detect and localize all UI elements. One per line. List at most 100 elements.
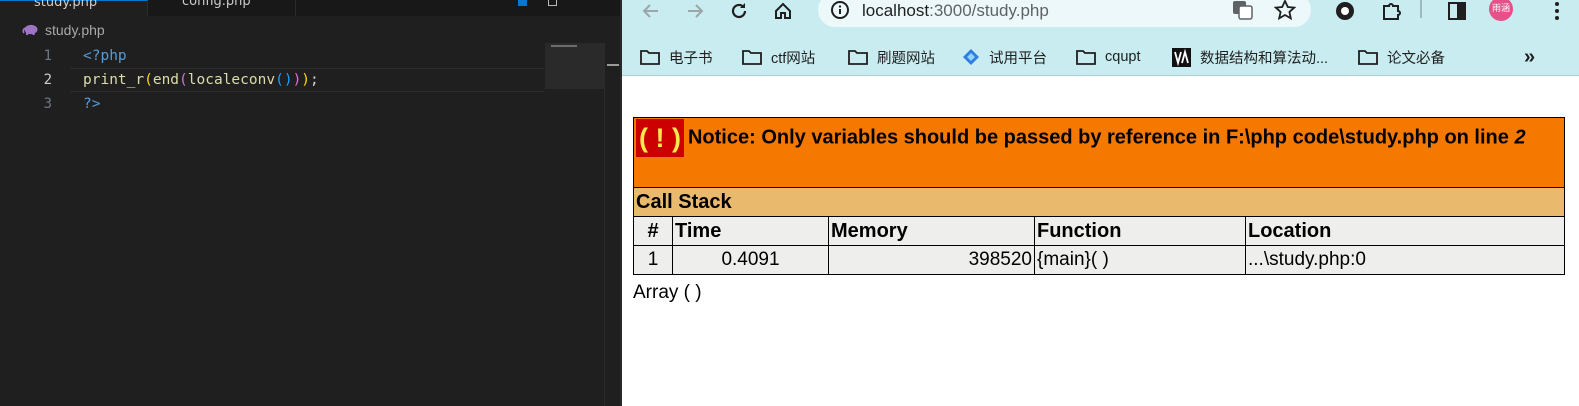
- site-info-icon[interactable]: [830, 0, 850, 20]
- notice-message: Notice: Only variables should be passed …: [687, 126, 1515, 149]
- cell-time: 0.4091: [672, 245, 829, 275]
- code-token: (: [144, 72, 153, 88]
- table-header-row: # Time Memory Function Location: [633, 216, 1565, 246]
- code-lines[interactable]: 1 <?php 2 print_r(end(localeconv())); 3 …: [0, 44, 604, 116]
- column-header-function: Function: [1034, 216, 1246, 246]
- home-icon: [775, 2, 791, 19]
- record-icon: [1336, 2, 1354, 20]
- breadcrumb: study.php: [22, 21, 105, 39]
- line-number: 1: [43, 48, 52, 64]
- code-token: ;: [310, 72, 319, 88]
- platform-logo-icon: [963, 49, 979, 65]
- code-token: <?php: [83, 48, 127, 64]
- tab-config-php[interactable]: config.php: [148, 0, 296, 16]
- code-line[interactable]: 1 <?php: [0, 44, 604, 68]
- line-number: 3: [43, 96, 52, 112]
- editor-tab-bar: study.php config.php: [0, 0, 620, 16]
- kebab-menu-icon: [1555, 2, 1559, 20]
- cell-num: 1: [633, 245, 673, 275]
- arrow-left-icon: [642, 4, 658, 18]
- more-bookmarks-button[interactable]: »: [1524, 38, 1535, 76]
- url-path: :3000/study.php: [929, 1, 1049, 20]
- bookmark-item[interactable]: 试用平台: [962, 38, 1047, 76]
- arrow-right-icon: [688, 4, 704, 18]
- bookmark-label: 试用平台: [989, 50, 1047, 67]
- translate-icon[interactable]: [1232, 0, 1254, 20]
- va-logo-icon: [1172, 47, 1191, 67]
- bookmark-label: 刷题网站: [877, 50, 935, 67]
- scrollbar-marker: [607, 64, 619, 66]
- bookmark-item[interactable]: ctf网站: [742, 38, 815, 76]
- xdebug-error-table: ( ! ) Notice: Only variables should be pa…: [633, 117, 1565, 275]
- bookmark-item[interactable]: cqupt: [1076, 38, 1140, 76]
- url-text[interactable]: localhost:3000/study.php: [862, 1, 1049, 21]
- tab-study-php[interactable]: study.php: [0, 0, 148, 16]
- minimap[interactable]: [545, 43, 604, 89]
- back-button[interactable]: [638, 0, 664, 22]
- bookmarks-bar: 电子书 ctf网站 刷题网站 试用平台 cqupt 数据结构和算法动... 论文…: [622, 38, 1579, 76]
- side-panel-button[interactable]: [1444, 0, 1470, 22]
- url-host: localhost: [862, 1, 930, 20]
- avatar: 雨涵: [1489, 0, 1513, 21]
- line-number: 2: [43, 72, 52, 88]
- chevron-double-right-icon: »: [1524, 45, 1536, 68]
- browser-toolbar: localhost:3000/study.php 雨涵: [622, 0, 1579, 38]
- profile-button[interactable]: 雨涵: [1488, 0, 1514, 22]
- tab-label: config.php: [182, 0, 251, 9]
- cell-memory: 398520: [828, 245, 1035, 275]
- side-panel-icon: [1448, 2, 1466, 20]
- bookmark-label: 电子书: [669, 50, 713, 67]
- column-header-location: Location: [1245, 216, 1565, 246]
- forward-button[interactable]: [682, 0, 708, 22]
- code-editor[interactable]: study.php config.php study.php 1 <?php 2…: [0, 0, 620, 406]
- code-token: ): [292, 72, 302, 88]
- extensions-menu-button[interactable]: [1378, 0, 1404, 22]
- breadcrumb-file[interactable]: study.php: [45, 22, 105, 38]
- cell-function: {main}( ): [1034, 245, 1246, 275]
- table-row: 1 0.4091 398520 {main}( ) ...\study.php:…: [633, 245, 1565, 275]
- code-text[interactable]: ?>: [83, 92, 100, 116]
- folder-icon: [848, 50, 868, 65]
- editor-scrollbar[interactable]: [604, 43, 620, 406]
- layout-toggle-icon[interactable]: [518, 0, 527, 6]
- folder-icon: [640, 50, 660, 65]
- folder-icon: [1076, 50, 1096, 65]
- toolbar-divider: [1420, 0, 1422, 18]
- reload-icon: [731, 3, 747, 19]
- extension-button[interactable]: [1332, 0, 1358, 22]
- puzzle-icon: [1383, 3, 1401, 20]
- browser-window: localhost:3000/study.php 雨涵 电子书 ctf网站 刷题…: [620, 0, 1579, 406]
- tab-label: study.php: [34, 0, 98, 10]
- column-header-num: #: [633, 216, 673, 246]
- code-token: end: [152, 72, 180, 88]
- code-token: print_r: [83, 72, 145, 88]
- column-header-memory: Memory: [828, 216, 1035, 246]
- folder-icon: [1358, 50, 1378, 65]
- split-editor-icon[interactable]: [548, 0, 557, 6]
- bookmark-item[interactable]: 论文必备: [1358, 38, 1445, 76]
- reload-button[interactable]: [726, 0, 752, 22]
- cell-location: ...\study.php:0: [1245, 245, 1565, 275]
- code-token: ?>: [83, 96, 101, 112]
- address-bar[interactable]: localhost:3000/study.php: [818, 0, 1311, 27]
- bookmark-item[interactable]: 数据结构和算法动...: [1172, 38, 1328, 76]
- column-header-time: Time: [672, 216, 829, 246]
- bookmark-label: ctf网站: [771, 50, 816, 67]
- code-token: ): [301, 72, 311, 88]
- code-line-current[interactable]: 2 print_r(end(localeconv()));: [0, 68, 604, 92]
- minimap-line: [551, 45, 577, 47]
- code-text[interactable]: print_r(end(localeconv()));: [83, 68, 319, 92]
- code-token: (): [275, 72, 293, 88]
- bookmark-label: 数据结构和算法动...: [1200, 50, 1329, 67]
- browser-menu-button[interactable]: [1544, 0, 1570, 22]
- bookmark-item[interactable]: 电子书: [640, 38, 713, 76]
- home-button[interactable]: [770, 0, 796, 22]
- warning-icon: ( ! ): [636, 119, 684, 157]
- page-content: ( ! ) Notice: Only variables should be pa…: [622, 77, 1579, 406]
- code-line[interactable]: 3 ?>: [0, 92, 604, 116]
- star-icon[interactable]: [1274, 0, 1296, 21]
- script-output: Array ( ): [633, 282, 702, 303]
- call-stack-title: Call Stack: [633, 187, 1565, 217]
- bookmark-item[interactable]: 刷题网站: [848, 38, 935, 76]
- code-text[interactable]: <?php: [83, 44, 127, 68]
